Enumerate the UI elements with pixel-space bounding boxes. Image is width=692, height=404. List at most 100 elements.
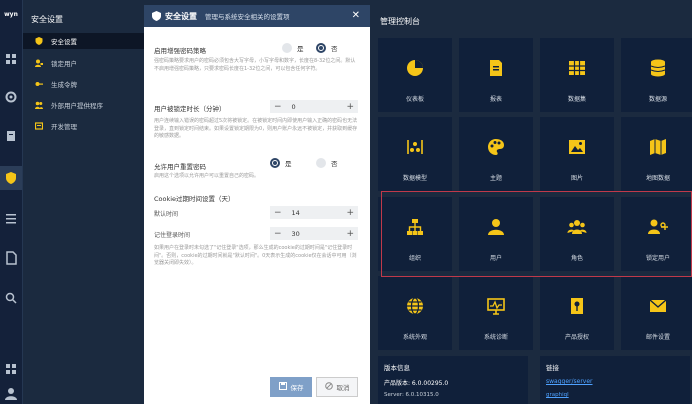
document-rail-icon[interactable] <box>4 129 18 143</box>
key-icon <box>567 296 587 316</box>
cookie-desc: 如果用户在登录时未勾选了"记住登录"选项，那么生成的cookie的过期时间是"记… <box>154 245 357 266</box>
strict-password-no-radio[interactable]: 否 <box>316 43 338 53</box>
links-panel: 链接 swagger/server graphiql <box>540 356 690 404</box>
console-tile[interactable]: 数据集 <box>540 38 614 112</box>
sidebar-item-label: 开发管理 <box>51 123 77 131</box>
icon-rail: wyn <box>0 0 22 404</box>
cookie-default-label: 默认时间 <box>154 211 179 218</box>
shield-rail-icon[interactable] <box>4 171 18 185</box>
console-tile[interactable]: 系统外观 <box>378 276 452 350</box>
version-title: 版本信息 <box>384 364 410 372</box>
sidebar-item-label: 安全设置 <box>51 38 77 46</box>
search-rail-icon[interactable] <box>4 291 18 305</box>
map-icon <box>648 137 668 157</box>
database-icon <box>648 58 668 78</box>
settings-rail-icon[interactable] <box>4 90 18 104</box>
cookie-default-stepper[interactable]: − 14 + <box>270 206 358 219</box>
file-rail-icon[interactable] <box>4 251 18 265</box>
increment-button[interactable]: + <box>346 208 354 218</box>
cancel-button[interactable]: 取消 <box>316 377 358 397</box>
sidebar-item-security[interactable]: 安全设置 <box>23 33 145 49</box>
decrement-button[interactable]: − <box>274 102 282 112</box>
swagger-link[interactable]: swagger/server <box>546 378 593 385</box>
server-version: Server: 6.0.10315.0 <box>384 392 439 398</box>
cookie-remember-value[interactable]: 30 <box>282 230 347 238</box>
console-tile[interactable]: 邮件设置 <box>621 276 692 350</box>
console-title: 管理控制台 <box>380 17 420 26</box>
console-tile[interactable]: 仪表板 <box>378 38 452 112</box>
allow-reset-no-radio[interactable]: 否 <box>316 158 338 168</box>
decrement-button[interactable]: − <box>274 208 282 218</box>
product-version: 产品版本: 6.0.00295.0 <box>384 380 449 387</box>
cookie-remember-label: 记住登录时间 <box>154 232 191 239</box>
users-icon <box>35 101 43 109</box>
tile-label: 报表 <box>489 96 502 103</box>
console-tile[interactable]: 报表 <box>459 38 533 112</box>
console-tile[interactable]: 系统诊断 <box>459 276 533 350</box>
key-icon <box>35 80 43 88</box>
lock-time-value[interactable]: 0 <box>282 103 347 111</box>
security-settings-dialog: 安全设置 管理与系统安全相关的设置项 ✕ 启用增强密码策略 是 否 强密码策略要… <box>144 5 370 404</box>
allow-reset-yes-radio[interactable]: 是 <box>270 158 292 168</box>
sidebar-title: 安全设置 <box>31 15 63 24</box>
lock-time-desc: 用户连续输入错误的密码超过5次将被锁定。在被锁定时间内即使用户输入正确的密码也无… <box>154 118 358 139</box>
image-icon <box>567 137 587 157</box>
allow-reset-desc: 启用这个选项以允许用户可以重置自己的密码。 <box>154 173 260 179</box>
tile-label: 数据源 <box>648 96 667 103</box>
strict-password-yes-radio[interactable]: 是 <box>282 43 304 53</box>
increment-button[interactable]: + <box>346 229 354 239</box>
monitor-icon <box>486 296 506 316</box>
sidebar-item-label: 生成令牌 <box>51 81 77 89</box>
dialog-title: 安全设置 <box>165 11 197 21</box>
sidebar-item-external-provider[interactable]: 外部用户提供程序 <box>23 97 145 113</box>
sidebar-item-dev[interactable]: 开发管理 <box>23 118 145 134</box>
decrement-button[interactable]: − <box>274 229 282 239</box>
grid-icon <box>567 58 587 78</box>
close-icon[interactable]: ✕ <box>352 10 360 21</box>
console-tile[interactable]: 产品授权 <box>540 276 614 350</box>
sidebar-item-label: 外部用户提供程序 <box>51 102 103 110</box>
globe-icon <box>405 296 425 316</box>
save-button[interactable]: 保存 <box>270 377 312 397</box>
pie-chart-icon <box>405 58 425 78</box>
save-icon <box>278 382 287 392</box>
console-tile[interactable]: 数据源 <box>621 38 692 112</box>
document-icon <box>486 58 506 78</box>
dialog-header: 安全设置 管理与系统安全相关的设置项 ✕ <box>144 5 370 27</box>
lock-time-stepper[interactable]: − 0 + <box>270 100 358 113</box>
tile-label: 地图数据 <box>645 175 670 182</box>
cookie-remember-stepper[interactable]: − 30 + <box>270 227 358 240</box>
apps-rail-icon[interactable] <box>4 362 18 376</box>
tile-label: 图片 <box>570 175 583 182</box>
lock-time-label: 用户被锁定时长（分钟） <box>154 105 226 113</box>
sliders-rail-icon[interactable] <box>4 211 18 225</box>
tile-label: 产品授权 <box>564 334 589 341</box>
shield-icon <box>35 37 43 45</box>
model-icon <box>405 137 425 157</box>
dialog-subtitle: 管理与系统安全相关的设置项 <box>205 13 290 21</box>
tile-label: 系统诊断 <box>483 334 508 341</box>
dashboard-rail-icon[interactable] <box>4 52 18 66</box>
console-tile[interactable]: 数据模型 <box>378 117 452 191</box>
tile-label: 主题 <box>489 175 502 182</box>
code-icon <box>34 122 44 130</box>
logo: wyn <box>4 11 18 18</box>
account-rail-icon[interactable] <box>4 386 18 400</box>
shield-icon <box>152 11 161 21</box>
graphiql-link[interactable]: graphiql <box>546 392 569 398</box>
increment-button[interactable]: + <box>346 102 354 112</box>
cookie-default-value[interactable]: 14 <box>282 209 347 217</box>
console-tile[interactable]: 地图数据 <box>621 117 692 191</box>
palette-icon <box>486 137 506 157</box>
strict-password-desc: 强密码策略要求用户的密码必须包含大写字母，小写字母和数字，长度在8-32位之间。… <box>154 58 356 72</box>
version-panel: 版本信息 产品版本: 6.0.00295.0 Server: 6.0.10315… <box>378 356 528 404</box>
sidebar-item-token[interactable]: 生成令牌 <box>23 76 145 92</box>
console-tile[interactable]: 图片 <box>540 117 614 191</box>
settings-sidebar: 安全设置 安全设置 锁定用户 生成令牌 外部用户提供程序 开发管理 <box>22 0 145 404</box>
console-tile[interactable]: 主题 <box>459 117 533 191</box>
cancel-icon <box>324 382 333 392</box>
strict-password-label: 启用增强密码策略 <box>154 47 206 55</box>
allow-reset-label: 允许用户重置密码 <box>154 163 206 171</box>
tile-label: 系统外观 <box>402 334 427 341</box>
sidebar-item-locked-users[interactable]: 锁定用户 <box>23 55 145 71</box>
